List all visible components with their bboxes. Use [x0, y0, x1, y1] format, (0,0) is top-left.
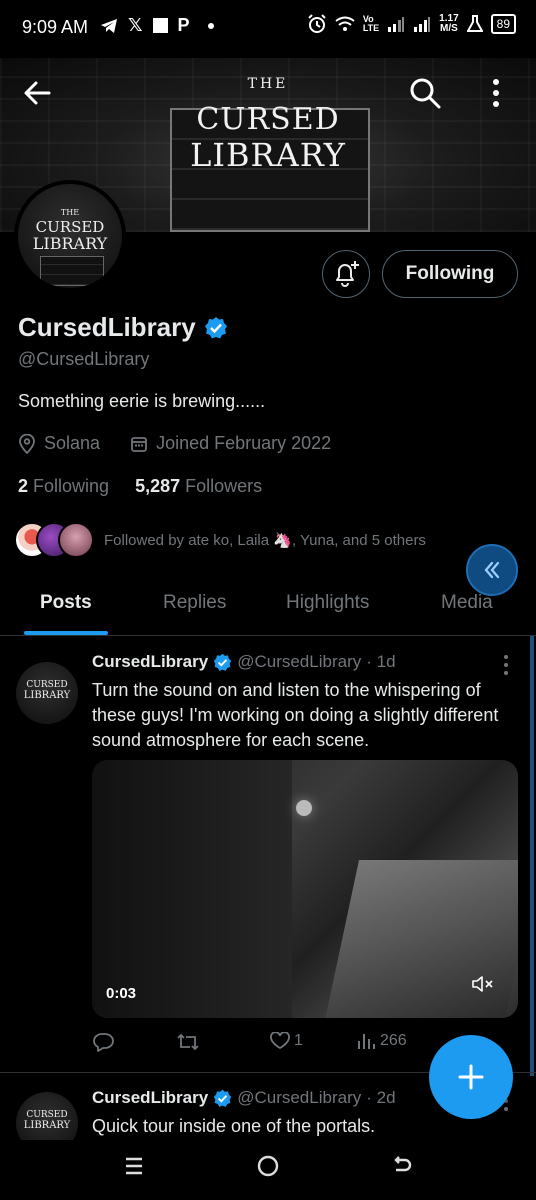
notifications-bell-button[interactable]	[322, 250, 370, 298]
plus-icon	[458, 1064, 484, 1090]
search-icon	[410, 78, 441, 109]
video-scene-wall	[92, 760, 292, 1018]
bar-chart-icon	[358, 1034, 375, 1049]
status-time: 9:09 AM	[22, 17, 89, 37]
signal-icon	[388, 17, 405, 32]
post-text: Quick tour inside one of the portals.	[92, 1116, 376, 1136]
system-navigation-bar	[0, 1140, 536, 1200]
following-count-link[interactable]: 2 Following	[18, 476, 109, 497]
followed-by-row[interactable]: Followed by ate ko, Laila 🦄, Yuna, and 5…	[14, 522, 426, 558]
follower-avatar	[58, 522, 94, 558]
post-video[interactable]: 0:03	[92, 760, 518, 1018]
calendar-icon	[131, 436, 147, 452]
dot-icon	[207, 22, 214, 29]
search-button[interactable]	[408, 76, 448, 116]
heart-icon	[270, 1032, 290, 1050]
following-button[interactable]: Following	[382, 250, 518, 298]
post-header: CursedLibrary @CursedLibrary · 1d	[92, 652, 396, 672]
reply-button[interactable]	[92, 1032, 114, 1052]
profile-joined-date: Joined February 2022	[156, 433, 332, 453]
circle-home-icon	[257, 1155, 279, 1177]
menu-lines-icon	[126, 1157, 142, 1175]
active-tab-indicator	[24, 631, 108, 635]
bell-plus-icon	[336, 261, 359, 287]
vertical-dots-icon	[504, 655, 508, 675]
post-author-handle: @CursedLibrary	[237, 652, 362, 671]
like-count: 1	[294, 1032, 303, 1049]
repost-icon	[177, 1033, 199, 1051]
like-button[interactable]: 1	[270, 1032, 303, 1050]
profile-tabs: Posts Replies Highlights Media	[0, 578, 536, 636]
followed-by-text: Followed by ate ko, Laila 🦄, Yuna, and 5…	[104, 532, 426, 549]
profile-counts: 2 Following 5,287 Followers	[18, 476, 262, 497]
home-button[interactable]	[256, 1154, 280, 1183]
profile-bio: Something eerie is brewing......	[18, 391, 266, 411]
reply-bubble-icon	[93, 1033, 114, 1052]
post-avatar[interactable]: CURSED LIBRARY	[16, 662, 78, 724]
compose-button[interactable]	[429, 1035, 513, 1119]
verified-badge-icon	[204, 316, 227, 338]
profile-avatar[interactable]: THE CURSED LIBRARY	[14, 180, 126, 292]
followers-count-link[interactable]: 5,287 Followers	[135, 476, 262, 497]
banner-title-line2: LIBRARY	[190, 136, 346, 174]
signal-icon	[414, 17, 431, 32]
back-arrow-icon	[394, 1156, 412, 1172]
view-count: 266	[380, 1032, 407, 1049]
profile-meta: Solana Joined February 2022	[18, 433, 331, 454]
wifi-icon	[335, 16, 355, 31]
arrow-left-icon	[24, 81, 51, 105]
speaker-muted-icon	[472, 976, 493, 992]
volte-icon: Vo LTE	[362, 14, 380, 33]
system-icons: Vo LTE 1.17 M/S 89	[307, 14, 516, 34]
telegram-icon	[101, 18, 117, 33]
post-time: · 1d	[366, 652, 396, 671]
views-button[interactable]: 266	[356, 1032, 407, 1050]
more-options-button[interactable]	[484, 76, 508, 116]
post-author-name[interactable]: CursedLibrary	[92, 1088, 208, 1108]
verified-badge-icon	[213, 1089, 232, 1107]
avatar-title-the: THE	[60, 208, 80, 217]
alarm-icon	[308, 14, 326, 33]
banner-title-line1: CURSED	[196, 102, 340, 137]
post-author-name[interactable]: CursedLibrary	[92, 652, 208, 672]
flask-icon	[466, 15, 483, 32]
video-scene-lamp	[296, 800, 312, 816]
post-more-button[interactable]	[500, 654, 512, 681]
profile-location: Solana	[44, 433, 101, 453]
mute-button[interactable]	[472, 975, 494, 998]
profile-handle: @CursedLibrary	[18, 349, 150, 369]
repost-button[interactable]	[176, 1032, 200, 1052]
status-bar: 9:09 AM 𝕏 P Vo LTE 1.17 M/S 89	[0, 0, 536, 58]
system-back-button[interactable]	[390, 1154, 414, 1183]
avatar-title-line2: LIBRARY	[32, 234, 108, 253]
profile-display-name: CursedLibrary	[18, 312, 228, 343]
avatar-bookshelf	[40, 256, 104, 286]
recent-apps-button[interactable]	[122, 1154, 146, 1183]
tab-highlights[interactable]: Highlights	[286, 592, 369, 614]
verified-badge-icon	[213, 653, 232, 671]
net-speed: 1.17 M/S	[439, 13, 459, 34]
post-time: · 2d	[366, 1088, 396, 1107]
battery-icon: 89	[490, 14, 516, 34]
display-name-text: CursedLibrary	[18, 312, 196, 342]
tab-media[interactable]: Media	[441, 592, 493, 614]
notification-icons: 𝕏 P	[100, 15, 214, 36]
tab-posts[interactable]: Posts	[40, 592, 92, 614]
banner-title-the: THE	[247, 76, 289, 92]
tab-replies[interactable]: Replies	[163, 592, 226, 614]
post-header: CursedLibrary @CursedLibrary · 2d	[92, 1088, 396, 1108]
double-chevron-left-icon	[484, 561, 500, 579]
scroll-back-button[interactable]	[466, 544, 518, 596]
vertical-dots-icon	[493, 79, 499, 107]
back-button[interactable]	[22, 78, 62, 114]
video-timestamp: 0:03	[106, 985, 137, 1002]
square-icon	[152, 18, 168, 33]
post-author-handle: @CursedLibrary	[237, 1088, 362, 1107]
x-icon: 𝕏	[128, 15, 143, 35]
p-icon: P	[177, 15, 190, 35]
post-text: Turn the sound on and listen to the whis…	[92, 680, 499, 750]
location-pin-icon	[19, 433, 35, 454]
